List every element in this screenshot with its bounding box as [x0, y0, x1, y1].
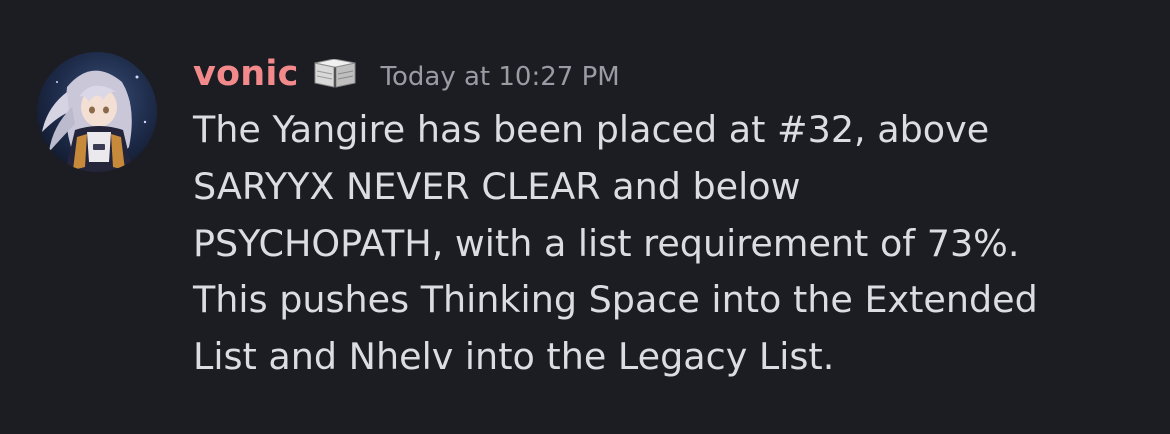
message-content: vonic Today at 10:27 PM The Yangire has … [193, 52, 1150, 386]
book-icon[interactable] [313, 58, 357, 93]
message-line: This pushes Thinking Space into the Exte… [193, 278, 1038, 322]
message-body[interactable]: The Yangire has been placed at #32, abov… [193, 102, 1150, 386]
message-line: List and Nhelv into the Legacy List. [193, 335, 835, 379]
message-line: SARYYX NEVER CLEAR and below [193, 164, 801, 208]
message-line: The Yangire has been placed at #32, abov… [193, 108, 990, 151]
chat-message: vonic Today at 10:27 PM The Yangire has … [0, 0, 1170, 434]
message-header: vonic Today at 10:27 PM [193, 52, 1150, 96]
avatar-image [37, 52, 157, 172]
avatar[interactable] [37, 52, 157, 172]
message-line: PSYCHOPATH, with a list requirement of 7… [193, 221, 1020, 265]
username[interactable]: vonic [193, 54, 299, 94]
timestamp[interactable]: Today at 10:27 PM [381, 62, 620, 92]
